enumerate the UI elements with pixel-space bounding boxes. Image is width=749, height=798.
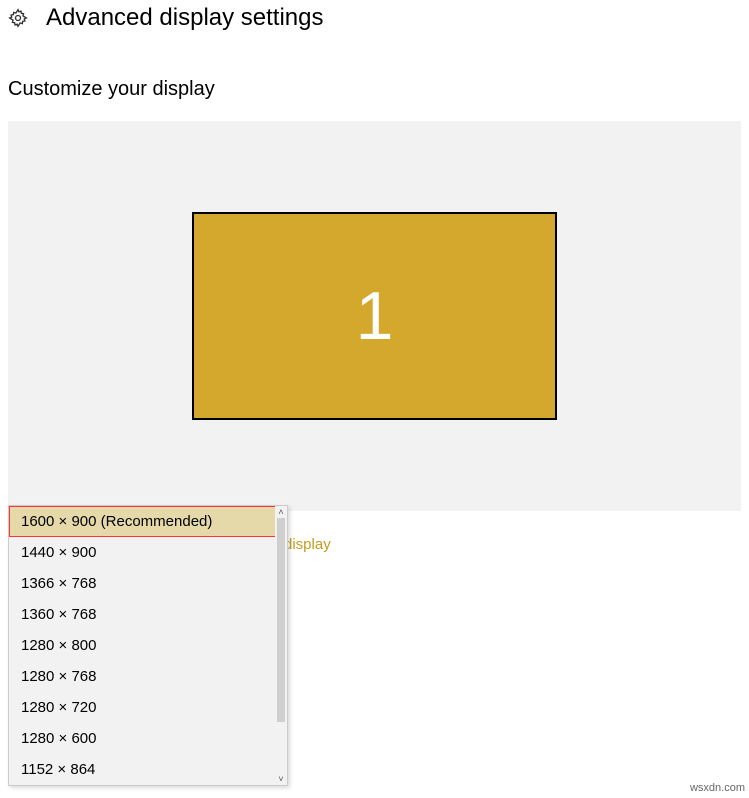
resolution-option[interactable]: 1600 × 900 (Recommended) — [9, 506, 287, 537]
watermark: wsxdn.com — [690, 782, 745, 794]
resolution-option[interactable]: 1366 × 768 — [9, 568, 287, 599]
resolution-dropdown[interactable]: 1600 × 900 (Recommended) 1440 × 900 1366… — [8, 505, 288, 786]
scroll-up-arrow-icon[interactable]: ˄ — [278, 506, 283, 518]
scroll-thumb[interactable] — [277, 518, 285, 722]
display-preview-area: 1 — [8, 121, 741, 511]
page-header: Advanced display settings — [0, 0, 749, 36]
monitor-number: 1 — [356, 277, 394, 355]
scroll-down-arrow-icon[interactable]: ˅ — [278, 773, 283, 785]
page-title: Advanced display settings — [46, 4, 324, 32]
resolution-option[interactable]: 1440 × 900 — [9, 537, 287, 568]
section-title: Customize your display — [8, 78, 749, 101]
link-partial-text[interactable]: display — [284, 536, 331, 553]
resolution-option[interactable]: 1280 × 800 — [9, 630, 287, 661]
resolution-option[interactable]: 1280 × 768 — [9, 661, 287, 692]
resolution-option[interactable]: 1152 × 864 — [9, 754, 287, 785]
scroll-track[interactable] — [275, 518, 287, 773]
monitor-preview[interactable]: 1 — [192, 212, 557, 420]
resolution-option[interactable]: 1280 × 600 — [9, 723, 287, 754]
gear-icon — [8, 8, 28, 28]
dropdown-scrollbar[interactable]: ˄ ˅ — [275, 506, 287, 785]
resolution-option[interactable]: 1360 × 768 — [9, 599, 287, 630]
resolution-option[interactable]: 1280 × 720 — [9, 692, 287, 723]
